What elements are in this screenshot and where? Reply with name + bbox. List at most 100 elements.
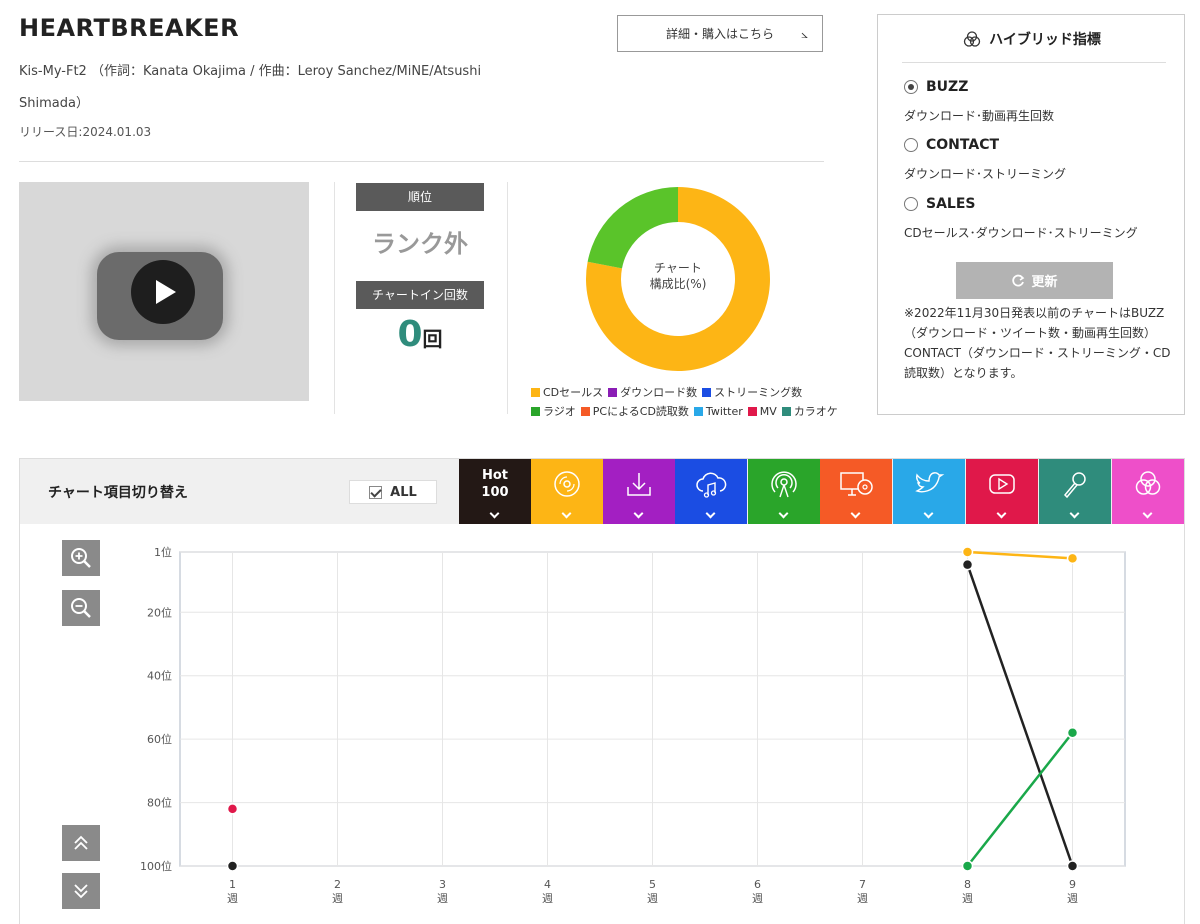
x-tick-label-unit: 週 (542, 892, 553, 905)
x-tick-label: 3 (439, 878, 446, 891)
zoom-in-icon (71, 548, 91, 568)
legend-label: Twitter (705, 404, 743, 418)
divider (507, 182, 508, 414)
scroll-top-button[interactable] (62, 825, 100, 861)
header-divider (19, 161, 824, 162)
double-chevron-up-icon (74, 835, 88, 850)
radio-button[interactable] (904, 197, 918, 211)
chevron-down-icon (705, 508, 716, 519)
chevron-down-icon (850, 508, 861, 519)
legend-label: ストリーミング数 (714, 386, 803, 399)
pc-cd-icon (840, 472, 873, 496)
x-tick-label: 8 (964, 878, 971, 891)
data-point (961, 860, 974, 872)
radio-button[interactable] (904, 80, 918, 94)
donut-slice (587, 187, 678, 269)
zoom-in-button[interactable] (62, 540, 100, 576)
twitter-icon (915, 472, 945, 493)
data-point (226, 860, 239, 872)
x-tick-label: 1 (229, 878, 236, 891)
hot100-line2: 100 (481, 485, 509, 500)
hybrid-title: ハイブリッド指標 (878, 29, 1186, 49)
legend-item: ストリーミング数 (702, 384, 802, 400)
x-tick-label: 2 (334, 878, 341, 891)
y-tick-label: 20位 (147, 605, 172, 619)
legend-item: CDセールス (531, 384, 603, 400)
chevron-down-icon (561, 508, 572, 519)
microphone-icon (1063, 472, 1086, 499)
chartin-label: チャートイン回数 (356, 281, 484, 309)
option-desc: ダウンロード･ストリーミング (904, 167, 1067, 181)
checkbox-icon[interactable] (369, 485, 383, 499)
legend-item: Twitter (693, 403, 743, 419)
detail-purchase-button[interactable]: 詳細・購入はこちら ⦣ (617, 15, 823, 52)
tab-hot100[interactable]: Hot 100 (459, 459, 531, 525)
legend-label: PCによるCD読取数 (592, 405, 689, 418)
hybrid-index-panel: ハイブリッド指標 BUZZ ダウンロード･動画再生回数 CONTACT ダウンロ… (877, 14, 1185, 415)
y-tick-label: 60位 (147, 732, 172, 746)
all-label: ALL (390, 484, 417, 500)
x-tick-label-unit: 週 (647, 892, 658, 905)
option-desc: CDセールス･ダウンロード･ストリーミング (904, 226, 1138, 240)
option-label: BUZZ (926, 79, 969, 95)
tab-pc-cd-read[interactable] (820, 459, 892, 525)
all-checkbox[interactable]: ALL (349, 480, 437, 504)
legend-swatch (781, 406, 791, 416)
legend-swatch (531, 406, 540, 416)
chevron-down-icon (1142, 508, 1153, 519)
y-tick-label: 80位 (147, 796, 172, 810)
x-tick-label-unit: 週 (437, 892, 448, 905)
x-tick-label: 6 (754, 878, 761, 891)
x-tick-label-unit: 週 (227, 892, 238, 905)
legend-item: MV (747, 403, 777, 419)
download-icon (627, 473, 651, 496)
tab-hybrid[interactable] (1112, 459, 1184, 525)
y-tick-label: 1位 (154, 545, 172, 559)
donut-center-label: チャート 構成比(%) (585, 260, 771, 292)
legend-item: ラジオ (531, 403, 576, 419)
legend-swatch (608, 387, 618, 397)
hot100-label: Hot 100 (481, 467, 508, 501)
legend-label: ラジオ (543, 405, 576, 418)
legend-item: PCによるCD読取数 (580, 403, 689, 419)
hybrid-title-text: ハイブリッド指標 (989, 32, 1101, 48)
x-tick-label-unit: 週 (752, 892, 763, 905)
y-tick-label: 40位 (147, 669, 172, 683)
option-contact[interactable]: CONTACT (904, 137, 999, 153)
data-point (1066, 727, 1079, 739)
radio-button[interactable] (904, 138, 918, 152)
donut-center-line1: チャート (654, 261, 702, 275)
x-tick-label: 5 (649, 878, 656, 891)
scroll-bottom-button[interactable] (62, 873, 100, 909)
refresh-button[interactable]: 更新 (956, 262, 1113, 299)
x-tick-label: 9 (1069, 878, 1076, 891)
zoom-out-button[interactable] (62, 590, 100, 626)
option-buzz[interactable]: BUZZ (904, 79, 968, 95)
legend-label: CDセールス (543, 386, 604, 399)
detail-purchase-label: 詳細・購入はこちら (665, 27, 774, 41)
tab-streaming[interactable] (675, 459, 747, 525)
option-label: CONTACT (926, 137, 1000, 153)
youtube-icon (989, 474, 1015, 494)
option-sales[interactable]: SALES (904, 196, 976, 212)
option-label: SALES (926, 196, 976, 212)
x-tick-label: 4 (544, 878, 551, 891)
tab-karaoke[interactable] (1039, 459, 1111, 525)
data-point (961, 546, 974, 558)
data-point (961, 558, 974, 571)
x-tick-label: 7 (859, 878, 866, 891)
radio-icon (771, 471, 797, 498)
double-chevron-down-icon (74, 884, 88, 899)
tab-radio[interactable] (748, 459, 820, 525)
play-icon[interactable] (131, 260, 195, 324)
video-thumbnail[interactable] (19, 182, 309, 401)
tab-twitter[interactable] (893, 459, 965, 525)
legend-swatch (693, 406, 703, 416)
rank-value: ランク外 (372, 230, 468, 258)
chevron-down-icon (923, 508, 934, 519)
tab-download[interactable] (603, 459, 675, 525)
chevron-down-icon (489, 508, 500, 519)
tab-mv[interactable] (966, 459, 1038, 525)
divider (334, 182, 335, 414)
tab-cd-sales[interactable] (531, 459, 603, 525)
